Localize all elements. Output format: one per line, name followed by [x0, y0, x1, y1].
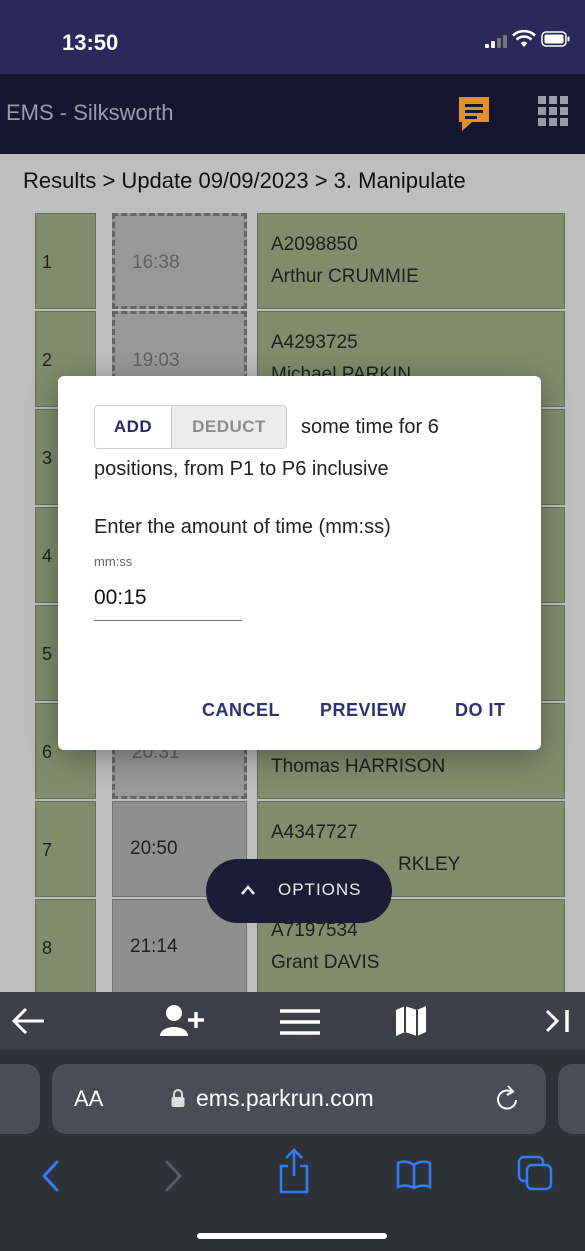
signal-icon — [485, 34, 507, 48]
app-bar: EMS - Silksworth — [0, 74, 585, 154]
chat-icon[interactable] — [456, 94, 492, 139]
do-it-button[interactable]: DO IT — [455, 700, 506, 721]
previous-tab-card[interactable] — [0, 1064, 40, 1134]
text-size-button[interactable]: AA — [74, 1086, 103, 1112]
back-arrow-icon[interactable] — [10, 1006, 46, 1041]
address-bar[interactable]: AA ems.parkrun.com — [52, 1064, 546, 1134]
wifi-icon — [512, 29, 536, 53]
apps-grid-icon[interactable] — [538, 96, 568, 131]
add-deduct-toggle: ADD DEDUCT — [94, 405, 287, 449]
status-bar: 13:50 — [0, 0, 585, 74]
url-text: ems.parkrun.com — [196, 1085, 374, 1111]
deduct-toggle-button[interactable]: DEDUCT — [172, 406, 286, 448]
safari-back-icon[interactable] — [40, 1158, 62, 1199]
add-person-icon[interactable] — [158, 1004, 208, 1043]
dialog-sentence-part2: positions, from P1 to P6 inclusive — [94, 458, 389, 480]
map-icon[interactable] — [394, 1004, 428, 1043]
home-indicator — [197, 1233, 387, 1239]
time-amount-label: Enter the amount of time (mm:ss) — [94, 516, 391, 538]
adjust-time-dialog: ADD DEDUCT some time for 6 positions, fr… — [58, 376, 541, 750]
time-amount-input[interactable] — [94, 576, 242, 621]
bookmarks-icon[interactable] — [396, 1160, 432, 1195]
share-icon[interactable] — [278, 1148, 310, 1199]
skip-to-end-icon[interactable] — [543, 1008, 573, 1039]
reload-icon[interactable] — [495, 1084, 521, 1117]
menu-icon[interactable] — [280, 1008, 320, 1041]
add-toggle-button[interactable]: ADD — [95, 406, 172, 448]
preview-button[interactable]: PREVIEW — [320, 700, 407, 721]
safari-forward-icon[interactable] — [162, 1158, 184, 1199]
lock-icon — [170, 1088, 186, 1113]
cancel-button[interactable]: CANCEL — [202, 700, 280, 721]
app-title: EMS - Silksworth — [6, 100, 174, 125]
time-field-label: mm:ss — [94, 554, 133, 569]
tabs-icon[interactable] — [516, 1154, 554, 1197]
status-time: 13:50 — [62, 30, 119, 55]
dialog-sentence-part1: some time for 6 — [301, 416, 439, 438]
bottom-nav — [0, 992, 585, 1050]
battery-icon — [541, 31, 571, 52]
safari-toolbar: AA ems.parkrun.com — [0, 1050, 585, 1251]
next-tab-card[interactable] — [558, 1064, 585, 1134]
